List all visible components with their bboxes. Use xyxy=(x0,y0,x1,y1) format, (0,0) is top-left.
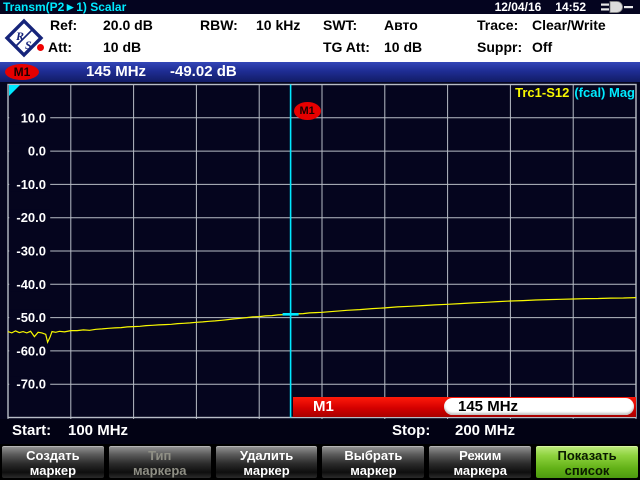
rbw-value: 10 kHz xyxy=(256,17,300,33)
softkey-delete-marker[interactable]: Удалитьмаркер xyxy=(215,445,319,479)
softkey-marker-mode[interactable]: Режиммаркера xyxy=(428,445,532,479)
softkey-bar: Создатьмаркер Типмаркера Удалитьмаркер В… xyxy=(0,444,640,480)
marker-input-name: M1 xyxy=(313,397,334,417)
svg-text:-60.0: -60.0 xyxy=(16,343,46,358)
trace-chart: 10.0 0.0 -10.0 -20.0 -30.0 -40.0 -50.0 -60.0 -70… xyxy=(0,82,640,419)
stop-label: Stop: xyxy=(392,419,430,443)
marker-input-bar: M1 145 MHz xyxy=(293,397,636,417)
trace-value: Clear/Write xyxy=(532,17,606,33)
softkey-marker-type: Типмаркера xyxy=(108,445,212,479)
ac-plug-icon xyxy=(600,0,636,14)
title-bar: Transm(P2►1) Scalar 12/04/16 14:52 xyxy=(0,0,640,14)
trace-legend-name: Trc1-S12 xyxy=(515,85,569,100)
svg-text:-70.0: -70.0 xyxy=(16,377,46,392)
suppr-value: Off xyxy=(532,39,552,55)
att-label: Att: xyxy=(48,39,72,55)
att-value: 10 dB xyxy=(103,39,141,55)
start-value: 100 MHz xyxy=(68,419,128,443)
svg-text:-30.0: -30.0 xyxy=(16,244,46,259)
marker-frequency-field[interactable]: 145 MHz xyxy=(444,398,634,415)
svg-text:-50.0: -50.0 xyxy=(16,310,46,325)
time-label: 14:52 xyxy=(555,0,586,14)
swt-label: SWT: xyxy=(323,17,357,33)
tg-att-value: 10 dB xyxy=(384,39,422,55)
marker-frequency-readout: 145 MHz xyxy=(86,63,146,81)
ref-level-indicator-icon xyxy=(9,85,20,96)
trace-legend: Trc1-S12 (fcal) Mag xyxy=(515,85,635,100)
trace-legend-mode: (fcal) Mag xyxy=(574,85,635,100)
svg-text:S: S xyxy=(25,38,32,52)
tg-att-label: TG Att: xyxy=(323,39,370,55)
svg-text:R: R xyxy=(15,29,24,43)
ref-label: Ref: xyxy=(50,17,77,33)
measurement-mode-title: Transm(P2►1) Scalar xyxy=(3,0,126,14)
rohde-schwarz-logo-icon: R S xyxy=(3,17,45,59)
rbw-label: RBW: xyxy=(200,17,238,33)
start-label: Start: xyxy=(12,419,51,443)
softkey-create-marker[interactable]: Создатьмаркер xyxy=(1,445,105,479)
svg-text:10.0: 10.0 xyxy=(21,110,46,125)
marker-badge[interactable]: M1 xyxy=(5,64,39,80)
svg-text:-10.0: -10.0 xyxy=(16,177,46,192)
att-coupled-indicator-icon xyxy=(37,44,44,51)
trace-label: Trace: xyxy=(477,17,518,33)
settings-header: R S Ref: 20.0 dB RBW: 10 kHz SWT: Авто T… xyxy=(0,14,640,62)
marker-level-readout: -49.02 dB xyxy=(170,63,237,81)
marker-readout-bar: M1 145 MHz -49.02 dB xyxy=(0,62,640,82)
svg-text:-20.0: -20.0 xyxy=(16,210,46,225)
stop-value: 200 MHz xyxy=(455,419,515,443)
svg-text:0.0: 0.0 xyxy=(28,144,46,159)
chart-marker-label[interactable]: M1 xyxy=(294,102,321,120)
swt-value: Авто xyxy=(384,17,418,33)
suppr-label: Suppr: xyxy=(477,39,522,55)
ref-value: 20.0 dB xyxy=(103,17,153,33)
softkey-show-list[interactable]: Показатьсписок xyxy=(535,445,639,479)
plot-area[interactable]: 10.0 0.0 -10.0 -20.0 -30.0 -40.0 -50.0 -60.0 -70… xyxy=(0,82,640,419)
date-label: 12/04/16 xyxy=(495,0,542,14)
titlebar-right: 12/04/16 14:52 xyxy=(495,0,636,14)
analyzer-screen: Transm(P2►1) Scalar 12/04/16 14:52 R S R… xyxy=(0,0,640,480)
frequency-range-bar: Start: 100 MHz Stop: 200 MHz xyxy=(0,419,640,444)
softkey-select-marker[interactable]: Выбратьмаркер xyxy=(321,445,425,479)
svg-text:-40.0: -40.0 xyxy=(16,277,46,292)
